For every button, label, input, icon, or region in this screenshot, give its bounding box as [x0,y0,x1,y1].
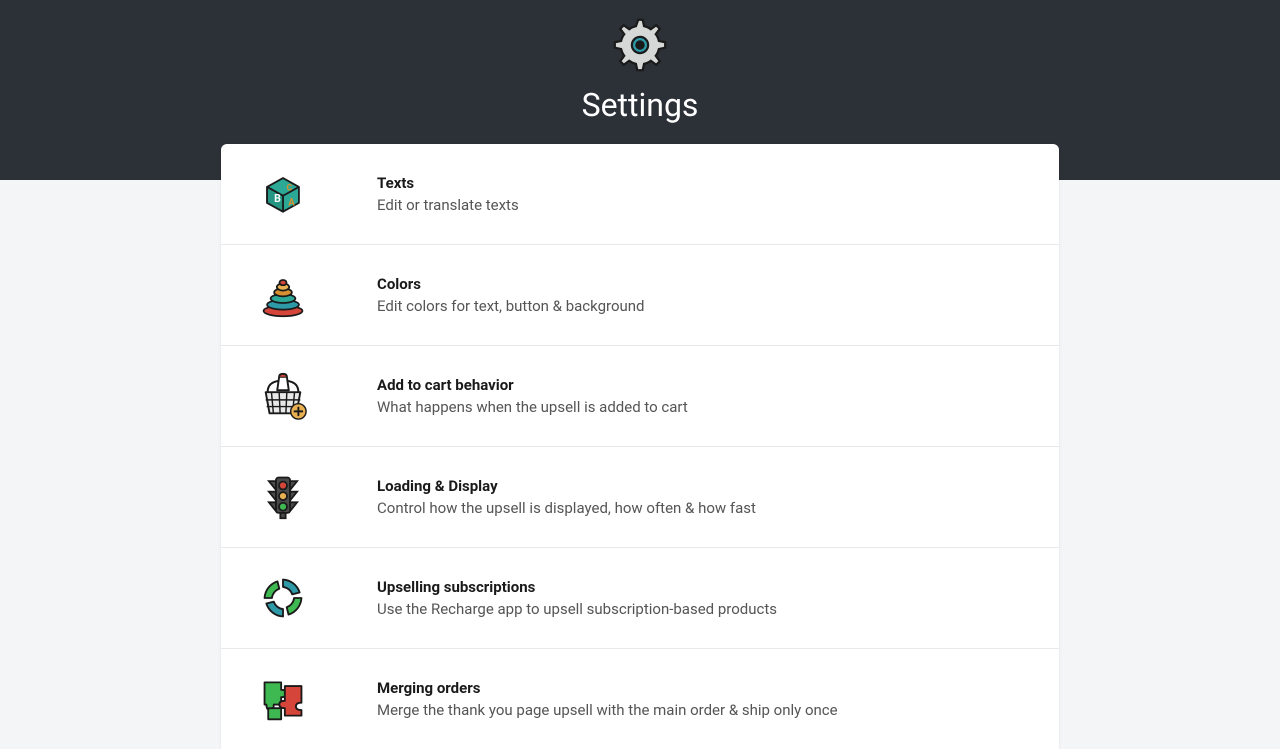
item-text: Add to cart behavior What happens when t… [377,376,688,416]
gear-icon [613,18,667,72]
item-title: Loading & Display [377,477,756,495]
item-text: Merging orders Merge the thank you page … [377,679,838,719]
page-title: Settings [582,86,699,124]
settings-item-texts[interactable]: B C A Texts Edit or translate texts [221,144,1059,245]
puzzle-icon [257,673,309,725]
settings-item-upselling-subscriptions[interactable]: Upselling subscriptions Use the Recharge… [221,548,1059,649]
stacking-rings-icon [257,269,309,321]
item-title: Merging orders [377,679,838,697]
item-description: Edit or translate texts [377,196,519,214]
item-description: Edit colors for text, button & backgroun… [377,297,645,315]
settings-item-colors[interactable]: Colors Edit colors for text, button & ba… [221,245,1059,346]
item-title: Colors [377,275,645,293]
settings-item-loading-display[interactable]: Loading & Display Control how the upsell… [221,447,1059,548]
settings-list: B C A Texts Edit or translate texts [221,144,1059,749]
blocks-icon: B C A [257,168,309,220]
item-title: Texts [377,174,519,192]
recycle-icon [257,572,309,624]
item-title: Add to cart behavior [377,376,688,394]
item-description: Merge the thank you page upsell with the… [377,701,838,719]
item-text: Upselling subscriptions Use the Recharge… [377,578,777,618]
settings-item-merging-orders[interactable]: Merging orders Merge the thank you page … [221,649,1059,749]
traffic-light-icon [257,471,309,523]
svg-text:C: C [287,183,293,193]
item-description: Use the Recharge app to upsell subscript… [377,600,777,618]
item-title: Upselling subscriptions [377,578,777,596]
svg-text:A: A [288,198,295,209]
item-description: What happens when the upsell is added to… [377,398,688,416]
settings-item-add-to-cart[interactable]: Add to cart behavior What happens when t… [221,346,1059,447]
item-description: Control how the upsell is displayed, how… [377,499,756,517]
item-text: Texts Edit or translate texts [377,174,519,214]
basket-icon [257,370,309,422]
svg-text:B: B [274,192,281,205]
item-text: Loading & Display Control how the upsell… [377,477,756,517]
item-text: Colors Edit colors for text, button & ba… [377,275,645,315]
